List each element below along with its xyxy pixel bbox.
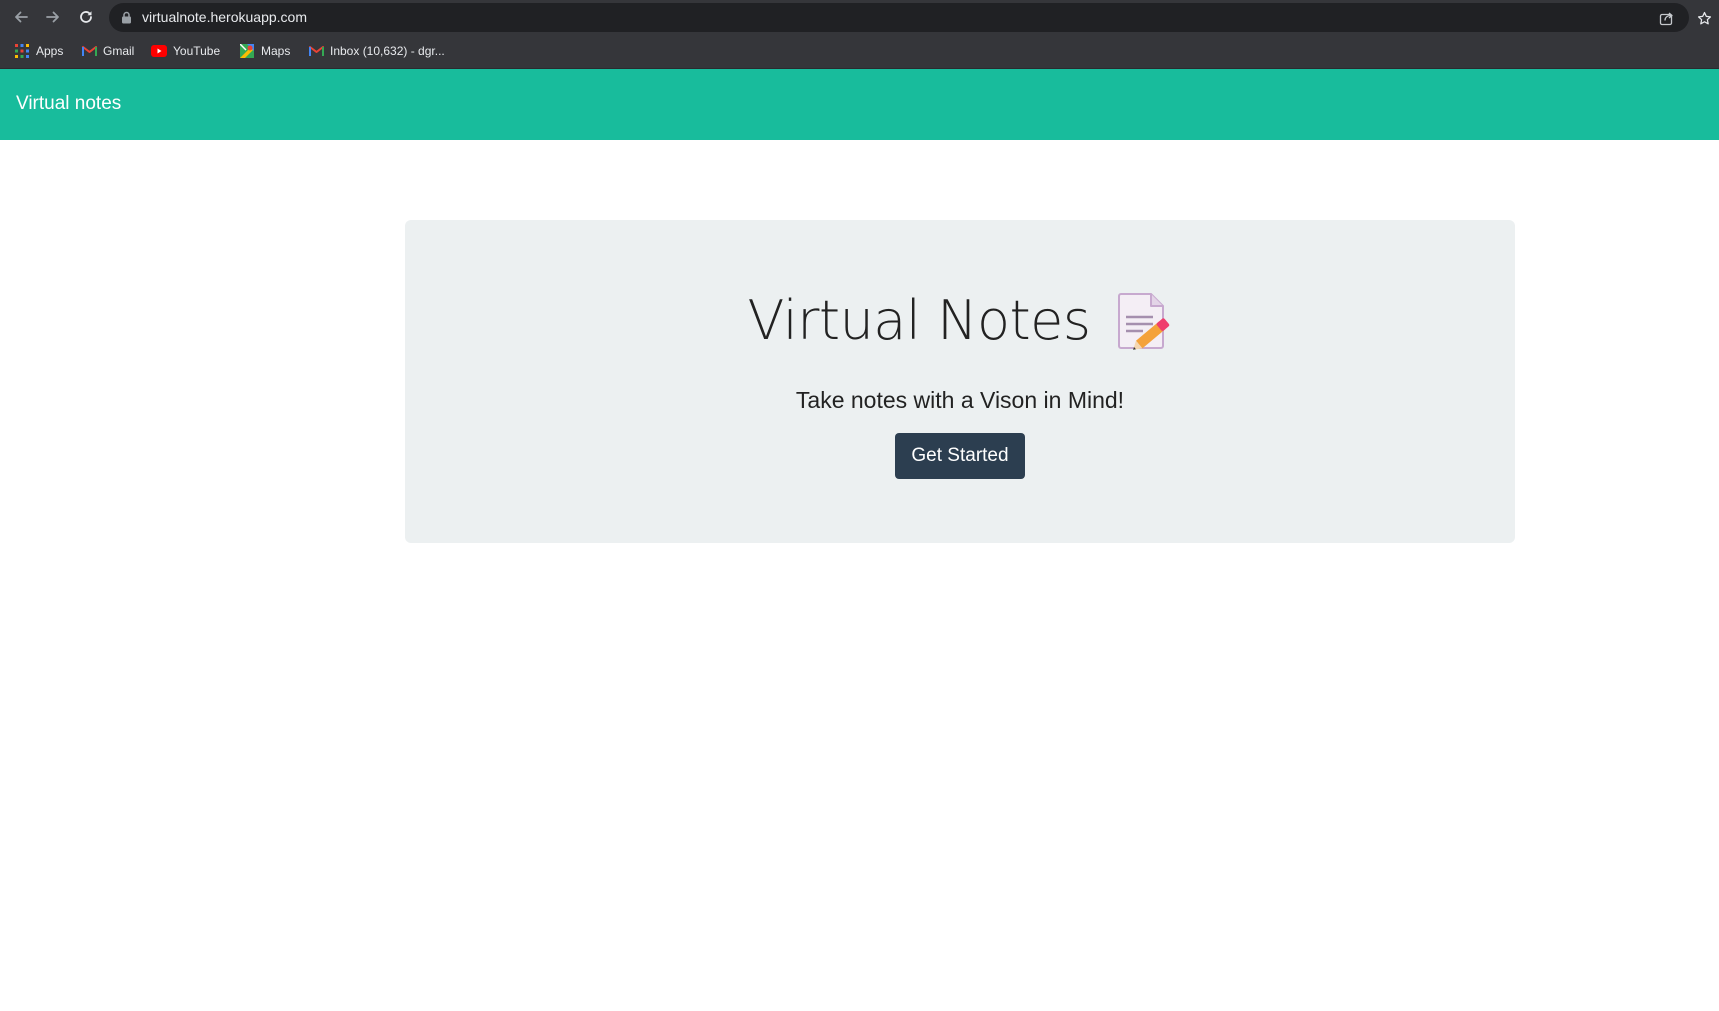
- bookmark-youtube[interactable]: YouTube: [151, 42, 220, 60]
- bookmark-label: Apps: [36, 44, 64, 58]
- bookmark-inbox[interactable]: Inbox (10,632) - dgr...: [308, 42, 445, 60]
- apps-grid-icon: [14, 43, 30, 59]
- share-button[interactable]: [1657, 9, 1675, 27]
- forward-button[interactable]: [42, 6, 64, 28]
- lock-icon: [122, 11, 131, 24]
- hero-title-row: Virtual Notes: [405, 286, 1515, 356]
- address-bar[interactable]: virtualnote.herokuapp.com: [109, 3, 1711, 32]
- navbar-brand-link[interactable]: Virtual notes: [16, 92, 121, 116]
- bookmark-label: YouTube: [173, 44, 221, 58]
- get-started-button[interactable]: Get Started: [895, 433, 1025, 479]
- hero-lead-text: Take notes with a Vison in Mind!: [795, 387, 1125, 413]
- star-icon: [1697, 11, 1711, 24]
- bookmark-apps[interactable]: Apps: [14, 42, 63, 60]
- reload-button[interactable]: [75, 6, 97, 28]
- url-text: virtualnote.herokuapp.com: [142, 9, 307, 25]
- bookmark-label: Gmail: [103, 44, 135, 58]
- gmail-icon: [308, 43, 324, 59]
- arrow-left-icon: [15, 11, 28, 23]
- browser-toolbar: virtualnote.herokuapp.com: [0, 0, 1719, 34]
- bookmark-maps[interactable]: Maps: [239, 42, 290, 60]
- site-navbar: Virtual notes: [0, 69, 1719, 140]
- gmail-icon: [81, 43, 97, 59]
- bookmark-star-button[interactable]: [1695, 9, 1713, 27]
- youtube-icon: [151, 43, 167, 59]
- reload-icon: [80, 11, 92, 23]
- bookmark-gmail[interactable]: Gmail: [81, 42, 134, 60]
- bookmark-label: Inbox (10,632) - dgr...: [330, 44, 445, 58]
- hero-title: Virtual Notes: [747, 289, 1091, 352]
- maps-icon: [239, 43, 255, 59]
- arrow-right-icon: [46, 11, 59, 23]
- hero-jumbotron: Virtual Notes Take notes with a Vison in…: [405, 220, 1515, 543]
- back-button[interactable]: [10, 6, 32, 28]
- share-icon: [1659, 12, 1673, 25]
- bookmarks-bar: Apps Gmail YouTube Maps Inbox (10,632) -…: [0, 34, 1719, 69]
- bookmark-label: Maps: [261, 44, 291, 58]
- memo-icon: [1117, 293, 1169, 350]
